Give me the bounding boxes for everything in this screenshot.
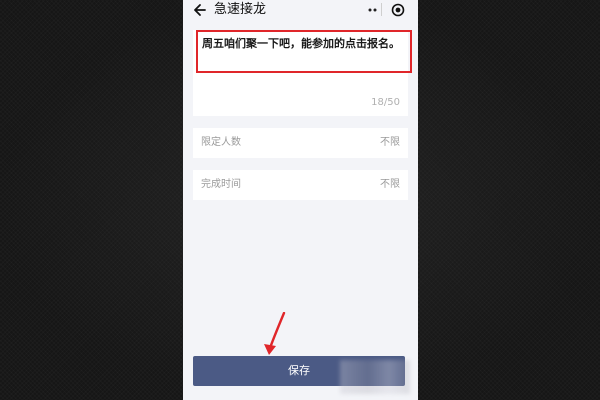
deadline-row[interactable]: 完成时间 不限 (193, 170, 408, 200)
back-arrow-icon[interactable] (193, 2, 207, 18)
deadline-value: 不限 (380, 179, 400, 190)
capsule-divider (381, 3, 382, 16)
annotation-arrow-icon (264, 312, 286, 355)
close-miniprogram-icon[interactable] (391, 3, 405, 17)
page-title: 急速接龙 (214, 2, 267, 17)
more-icon[interactable] (368, 8, 388, 12)
limit-count-label: 限定人数 (201, 137, 241, 148)
nav-bar: 急速接龙 (183, 0, 418, 22)
deadline-label: 完成时间 (201, 179, 241, 190)
char-counter: 18/50 (371, 97, 400, 108)
limit-count-value: 不限 (380, 137, 400, 148)
limit-count-row[interactable]: 限定人数 不限 (193, 128, 408, 158)
blurred-watermark (340, 360, 410, 394)
annotation-highlight-box (196, 30, 412, 73)
